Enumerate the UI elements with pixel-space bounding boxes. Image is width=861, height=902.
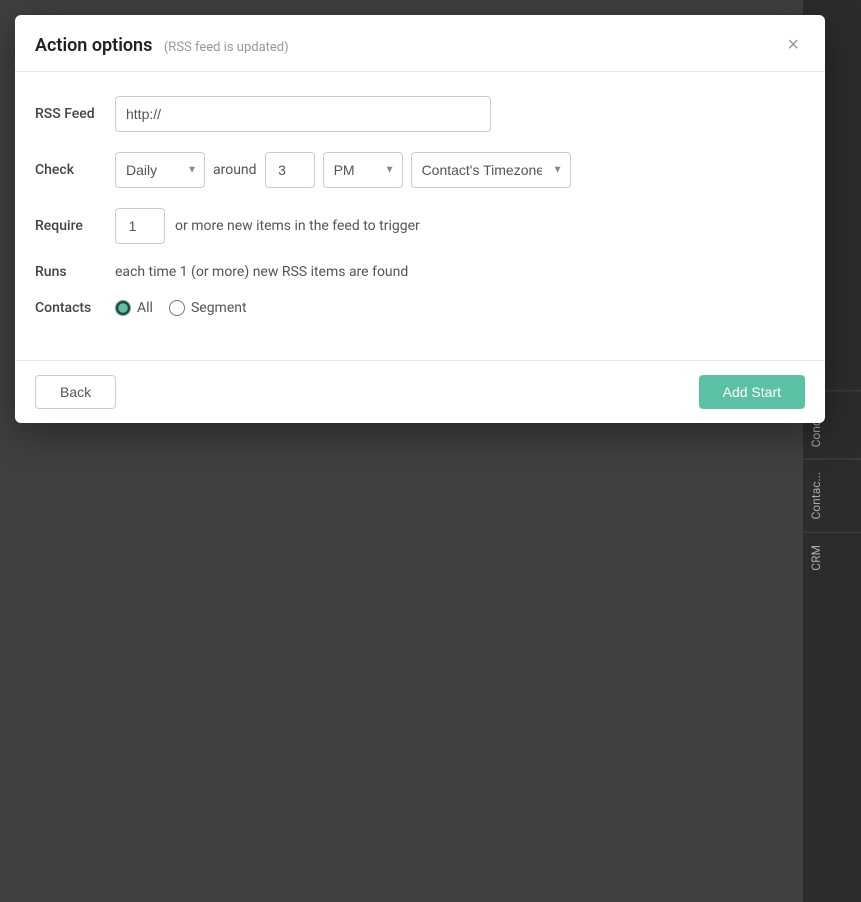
sidebar-item-crm[interactable]: CRM [803, 532, 861, 583]
rss-feed-label: RSS Feed [35, 106, 105, 122]
runs-row: Runs each time 1 (or more) new RSS items… [35, 264, 805, 280]
contacts-row: Contacts All Segment [35, 300, 805, 316]
contacts-all-radio[interactable] [115, 300, 131, 316]
modal-body: RSS Feed Check Daily Weekly Monthly ▼ ar… [15, 72, 825, 360]
contacts-segment-radio[interactable] [169, 300, 185, 316]
close-button[interactable]: × [781, 33, 805, 57]
modal-footer: Back Add Start [15, 360, 825, 423]
add-start-button[interactable]: Add Start [699, 375, 805, 409]
rss-feed-row: RSS Feed [35, 96, 805, 132]
period-select-wrap: AM PM ▼ [323, 152, 403, 188]
frequency-select[interactable]: Daily Weekly Monthly [115, 152, 205, 188]
action-options-modal: Action options (RSS feed is updated) × R… [15, 15, 825, 423]
contacts-label: Contacts [35, 300, 105, 316]
runs-description: each time 1 (or more) new RSS items are … [115, 264, 408, 280]
time-number-input[interactable] [265, 152, 315, 188]
sidebar-item-contacts[interactable]: Contac... [803, 459, 861, 532]
frequency-select-wrap: Daily Weekly Monthly ▼ [115, 152, 205, 188]
timezone-select-wrap: Contact's Timezone UTC EST PST ▼ [411, 152, 571, 188]
contacts-radio-group: All Segment [115, 300, 247, 316]
timezone-select[interactable]: Contact's Timezone UTC EST PST [411, 152, 571, 188]
contacts-segment-label: Segment [191, 300, 247, 316]
require-suffix-text: or more new items in the feed to trigger [175, 218, 420, 234]
period-select[interactable]: AM PM [323, 152, 403, 188]
contacts-segment-option[interactable]: Segment [169, 300, 247, 316]
around-text: around [213, 162, 257, 178]
require-label: Require [35, 218, 105, 234]
runs-label: Runs [35, 264, 105, 280]
rss-feed-input[interactable] [115, 96, 491, 132]
check-label: Check [35, 162, 105, 178]
check-row: Check Daily Weekly Monthly ▼ around AM P… [35, 152, 805, 188]
contacts-all-label: All [137, 300, 153, 316]
modal-subtitle: (RSS feed is updated) [164, 40, 289, 55]
modal-header: Action options (RSS feed is updated) × [15, 15, 825, 72]
contacts-all-option[interactable]: All [115, 300, 153, 316]
check-controls: Daily Weekly Monthly ▼ around AM PM ▼ [115, 152, 571, 188]
modal-title: Action options [35, 35, 152, 56]
require-row: Require or more new items in the feed to… [35, 208, 805, 244]
require-number-input[interactable] [115, 208, 165, 244]
modal-title-area: Action options (RSS feed is updated) [35, 35, 289, 56]
back-button[interactable]: Back [35, 375, 116, 409]
